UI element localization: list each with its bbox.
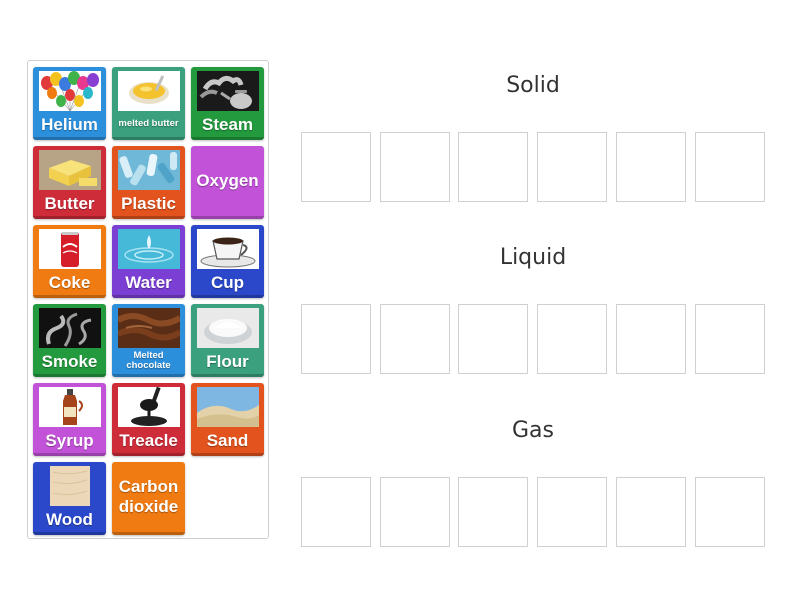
tile-coke[interactable]: Coke — [33, 225, 106, 298]
tile-sand[interactable]: Sand — [191, 383, 264, 456]
tile-melted-chocolate[interactable]: Melted chocolate — [112, 304, 185, 377]
melted-butter-icon — [117, 71, 180, 111]
drop-slot-liquid[interactable] — [537, 304, 607, 374]
drop-slot-solid[interactable] — [616, 132, 686, 202]
coffee-cup-icon — [196, 229, 259, 269]
drop-slot-liquid[interactable] — [616, 304, 686, 374]
melted-chocolate-icon — [117, 308, 180, 348]
drop-slot-gas[interactable] — [616, 477, 686, 547]
tile-label: melted butter — [118, 118, 179, 129]
tile-label: Cup — [210, 272, 245, 292]
group-heading-solid: Solid — [506, 73, 560, 98]
tile-butter[interactable]: Butter — [33, 146, 106, 219]
treacle-spoon-icon — [117, 387, 180, 427]
balloons-icon — [38, 71, 101, 111]
water-drop-icon — [117, 229, 180, 269]
tile-label: Steam — [201, 114, 254, 134]
drop-slot-gas[interactable] — [301, 477, 371, 547]
tile-carbon-dioxide[interactable]: Carbon dioxide — [112, 462, 185, 535]
drop-slot-solid[interactable] — [380, 132, 450, 202]
drop-slot-gas[interactable] — [380, 477, 450, 547]
tile-label: Plastic — [121, 193, 176, 213]
drop-slot-solid[interactable] — [537, 132, 607, 202]
tile-label: Carbon dioxide — [118, 477, 179, 516]
group-heading-liquid: Liquid — [499, 245, 567, 270]
tile-steam[interactable]: Steam — [191, 67, 264, 140]
tile-label: Sand — [206, 430, 249, 450]
drop-slot-liquid[interactable] — [458, 304, 528, 374]
tile-label: Butter — [44, 193, 95, 213]
tile-treacle[interactable]: Treacle — [112, 383, 185, 456]
tile-label: Syrup — [45, 430, 94, 450]
wood-texture-icon — [38, 466, 101, 506]
tile-syrup[interactable]: Syrup — [33, 383, 106, 456]
kettle-steam-icon — [196, 71, 259, 111]
coke-can-icon — [38, 229, 101, 269]
drop-slot-solid[interactable] — [301, 132, 371, 202]
drop-slot-liquid[interactable] — [695, 304, 765, 374]
drop-slot-gas[interactable] — [695, 477, 765, 547]
tile-smoke[interactable]: Smoke — [33, 304, 106, 377]
tile-flour[interactable]: Flour — [191, 304, 264, 377]
tile-wood[interactable]: Wood — [33, 462, 106, 535]
tile-melted-butter[interactable]: melted butter — [112, 67, 185, 140]
drop-slot-liquid[interactable] — [301, 304, 371, 374]
drop-slot-solid[interactable] — [458, 132, 528, 202]
tile-cup[interactable]: Cup — [191, 225, 264, 298]
smoke-icon — [38, 308, 101, 348]
tile-label: Treacle — [119, 430, 178, 450]
tile-helium[interactable]: Helium — [33, 67, 106, 140]
tile-water[interactable]: Water — [112, 225, 185, 298]
tile-label: Water — [125, 272, 172, 292]
drop-slot-gas[interactable] — [458, 477, 528, 547]
drop-slot-liquid[interactable] — [380, 304, 450, 374]
syrup-bottle-icon — [38, 387, 101, 427]
drop-slot-solid[interactable] — [695, 132, 765, 202]
sand-dunes-icon — [196, 387, 259, 427]
tile-label: Melted chocolate — [126, 350, 171, 371]
tile-oxygen[interactable]: Oxygen — [191, 146, 264, 219]
drop-slot-gas[interactable] — [537, 477, 607, 547]
tile-label: Smoke — [41, 351, 98, 371]
group-heading-gas: Gas — [512, 418, 554, 443]
tile-label: Wood — [46, 509, 93, 529]
flour-bowl-icon — [196, 308, 259, 348]
tile-label: Oxygen — [196, 171, 259, 190]
tile-label: Coke — [48, 272, 91, 292]
butter-icon — [38, 150, 101, 190]
plastic-bottles-icon — [117, 150, 180, 190]
tile-label: Helium — [41, 114, 98, 134]
tile-plastic[interactable]: Plastic — [112, 146, 185, 219]
tile-label: Flour — [206, 351, 249, 371]
